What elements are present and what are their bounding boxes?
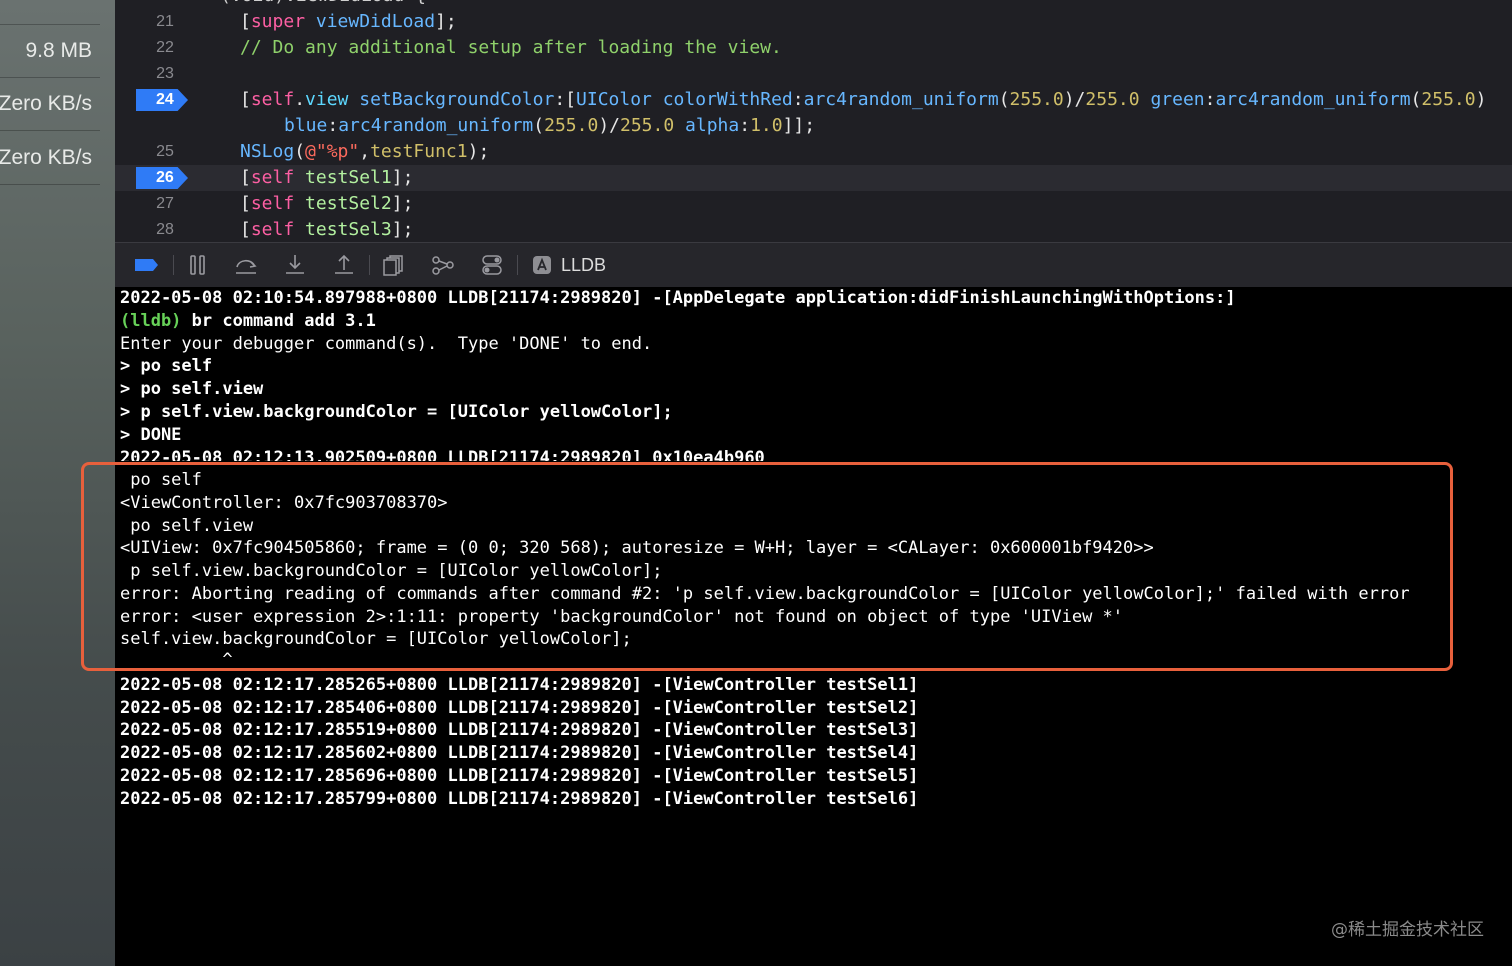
lldb-icon bbox=[529, 253, 555, 277]
code-line: 27 [self testSel2]; bbox=[115, 191, 1512, 217]
console-line: 2022-05-08 02:12:17.285602+0800 LLDB[211… bbox=[120, 743, 919, 763]
lldb-prompt: (lldb) bbox=[120, 311, 182, 331]
console-line: 2022-05-08 02:12:17.285406+0800 LLDB[211… bbox=[120, 698, 919, 718]
network-value: Zero KB/s bbox=[0, 91, 92, 115]
code-line: 22 // Do any additional setup after load… bbox=[115, 35, 1512, 61]
console-line: > po self bbox=[120, 356, 213, 376]
console-line: 2022-05-08 02:12:17.285265+0800 LLDB[211… bbox=[120, 675, 919, 695]
step-out-icon[interactable] bbox=[331, 253, 357, 277]
lldb-label: LLDB bbox=[561, 255, 607, 275]
memory-graph-icon[interactable] bbox=[430, 253, 456, 277]
code-line: 28 [self testSel3]; bbox=[115, 217, 1512, 242]
console-line: 2022-05-08 02:12:13.902509+0800 LLDB[211… bbox=[120, 448, 765, 461]
console-line: 2022-05-08 02:12:17.285519+0800 LLDB[211… bbox=[120, 720, 919, 740]
watermark: @稀土掘金技术社区 bbox=[1331, 920, 1484, 940]
line-number[interactable]: 25 bbox=[135, 139, 195, 165]
console-command: br command add 3.1 bbox=[181, 311, 376, 331]
code-line: 21 [super viewDidLoad]; bbox=[115, 9, 1512, 35]
code-text: [self.view setBackgroundColor:[UIColor c… bbox=[240, 89, 1487, 110]
code-line: 24 [self.view setBackgroundColor:[UIColo… bbox=[115, 87, 1512, 113]
environment-overrides-icon[interactable] bbox=[479, 253, 505, 277]
console-line: 2022-05-08 02:12:17.285696+0800 LLDB[211… bbox=[120, 766, 919, 786]
code-line-current: 26 [self testSel1]; bbox=[115, 165, 1512, 191]
code-text: (void)viewDidLoad { bbox=[220, 0, 426, 9]
code-text: blue:arc4random_uniform(255.0)/255.0 alp… bbox=[284, 115, 816, 136]
toolbar-divider bbox=[369, 255, 370, 275]
code-line: 23 bbox=[115, 61, 1512, 87]
debug-toolbar: LLDB bbox=[115, 242, 1512, 288]
line-number[interactable]: 22 bbox=[135, 35, 195, 61]
code-text: [self testSel2]; bbox=[240, 193, 414, 214]
code-editor[interactable]: (void)viewDidLoad { 21 [super viewDidLoa… bbox=[115, 0, 1512, 242]
code-text: NSLog(@"%p",testFunc1); bbox=[240, 141, 490, 162]
pause-icon[interactable] bbox=[185, 253, 211, 277]
toolbar-divider bbox=[173, 255, 174, 275]
toolbar-divider bbox=[517, 255, 518, 275]
code-line: (void)viewDidLoad { bbox=[115, 0, 1512, 9]
breakpoint-marker[interactable]: 26 bbox=[136, 167, 188, 189]
console-line: 2022-05-08 02:12:17.285799+0800 LLDB[211… bbox=[120, 789, 919, 809]
code-comment: // Do any additional setup after loading… bbox=[240, 37, 782, 58]
line-number[interactable]: 21 bbox=[135, 9, 195, 35]
breakpoint-marker[interactable]: 24 bbox=[136, 89, 188, 111]
console-line: > DONE bbox=[120, 425, 182, 445]
console-line: 2022-05-08 02:10:54.897988+0800 LLDB[211… bbox=[120, 288, 1236, 308]
code-text: [super viewDidLoad]; bbox=[240, 11, 457, 32]
network-gauge-1[interactable]: Zero KB/s bbox=[0, 77, 100, 131]
breakpoints-toggle-icon[interactable] bbox=[133, 253, 159, 277]
console-line: > p self.view.backgroundColor = [UIColor… bbox=[120, 402, 673, 422]
code-line: blue:arc4random_uniform(255.0)/255.0 alp… bbox=[115, 113, 1512, 139]
console-line: Enter your debugger command(s). Type 'DO… bbox=[120, 334, 653, 354]
memory-gauge[interactable]: 9.8 MB bbox=[0, 24, 100, 78]
code-line: 25 NSLog(@"%p",testFunc1); bbox=[115, 139, 1512, 165]
network-gauge-2[interactable]: Zero KB/s bbox=[0, 131, 100, 185]
step-over-icon[interactable] bbox=[233, 253, 259, 277]
line-number[interactable]: 28 bbox=[135, 217, 195, 242]
code-text: [self testSel3]; bbox=[240, 219, 414, 240]
line-number[interactable]: 27 bbox=[135, 191, 195, 217]
annotation-highlight-box bbox=[81, 462, 1453, 671]
network-value: Zero KB/s bbox=[0, 145, 92, 169]
console-line: (lldb) br command add 3.1 bbox=[120, 310, 376, 333]
console-line: > po self.view bbox=[120, 379, 264, 399]
step-into-icon[interactable] bbox=[282, 253, 308, 277]
view-hierarchy-icon[interactable] bbox=[381, 253, 407, 277]
line-number[interactable]: 23 bbox=[135, 61, 195, 87]
code-text: [self testSel1]; bbox=[240, 167, 414, 188]
memory-value: 9.8 MB bbox=[25, 39, 92, 62]
